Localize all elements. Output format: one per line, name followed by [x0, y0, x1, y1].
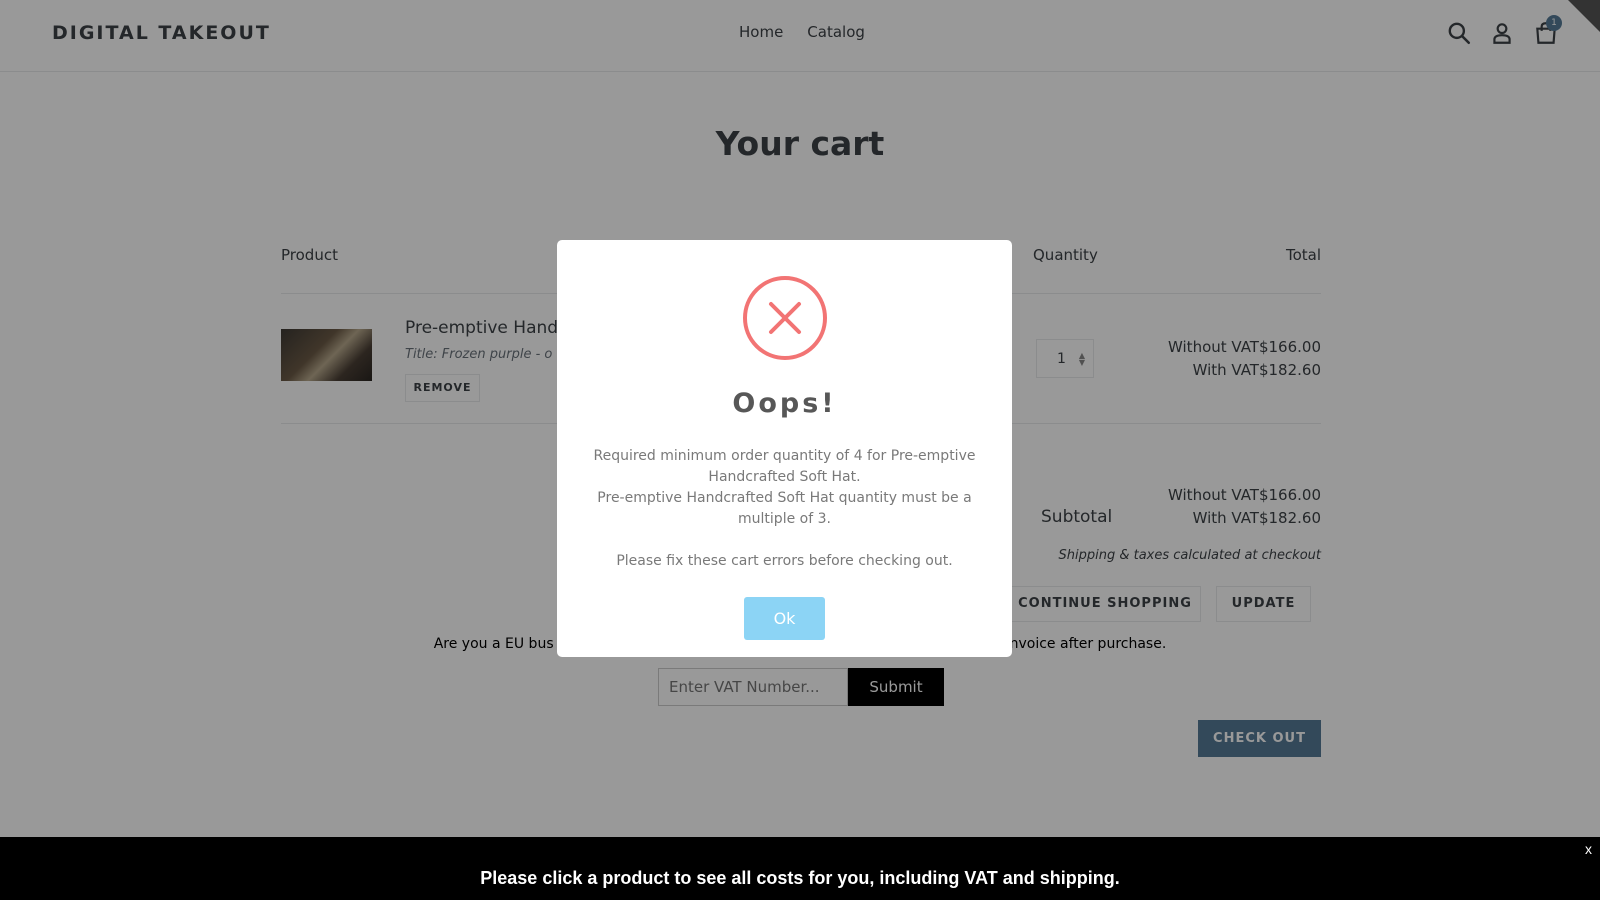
- close-button[interactable]: x: [1585, 841, 1592, 857]
- error-x-icon: [743, 276, 827, 360]
- error-dialog: Oops! Required minimum order quantity of…: [557, 240, 1012, 657]
- dialog-title: Oops!: [732, 388, 837, 419]
- dialog-message-line: Pre-emptive Handcrafted Soft Hat quantit…: [597, 490, 972, 527]
- notification-message: Please click a product to see all costs …: [480, 868, 1120, 888]
- notification-bar: Please click a product to see all costs …: [0, 837, 1600, 900]
- ok-button[interactable]: Ok: [744, 597, 825, 640]
- dialog-message-line: Required minimum order quantity of 4 for…: [593, 448, 976, 485]
- dialog-message-line: Please fix these cart errors before chec…: [616, 553, 953, 569]
